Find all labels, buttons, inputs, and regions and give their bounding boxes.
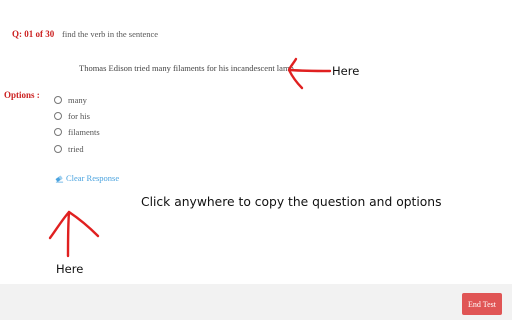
eraser-icon bbox=[55, 174, 64, 182]
footer-bar: End Test bbox=[0, 284, 512, 320]
arrow-left-icon bbox=[287, 57, 332, 90]
arrow-up-icon bbox=[48, 210, 100, 258]
option-item[interactable]: tried bbox=[54, 143, 84, 155]
copy-hint-text[interactable]: Click anywhere to copy the question and … bbox=[141, 195, 441, 209]
option-label: many bbox=[68, 95, 87, 105]
question-number: Q: 01 of 30 bbox=[12, 29, 55, 39]
option-label: filaments bbox=[68, 127, 100, 137]
option-radio[interactable] bbox=[54, 145, 62, 153]
option-item[interactable]: for his bbox=[54, 110, 90, 122]
option-label: for his bbox=[68, 111, 90, 121]
options-label: Options : bbox=[4, 90, 40, 100]
end-test-button[interactable]: End Test bbox=[462, 293, 502, 315]
question-sentence: Thomas Edison tried many filaments for h… bbox=[79, 63, 296, 73]
question-instruction: find the verb in the sentence bbox=[62, 29, 159, 39]
annotation-here-bottom: Here bbox=[56, 262, 84, 276]
option-label: tried bbox=[68, 144, 84, 154]
clear-response-link[interactable]: Clear Response bbox=[55, 173, 119, 183]
option-radio[interactable] bbox=[54, 128, 62, 136]
annotation-here-right: Here bbox=[332, 64, 360, 78]
option-item[interactable]: many bbox=[54, 94, 87, 106]
clear-response-label: Clear Response bbox=[66, 173, 120, 183]
option-radio[interactable] bbox=[54, 112, 62, 120]
option-item[interactable]: filaments bbox=[54, 126, 100, 138]
option-radio[interactable] bbox=[54, 96, 62, 104]
